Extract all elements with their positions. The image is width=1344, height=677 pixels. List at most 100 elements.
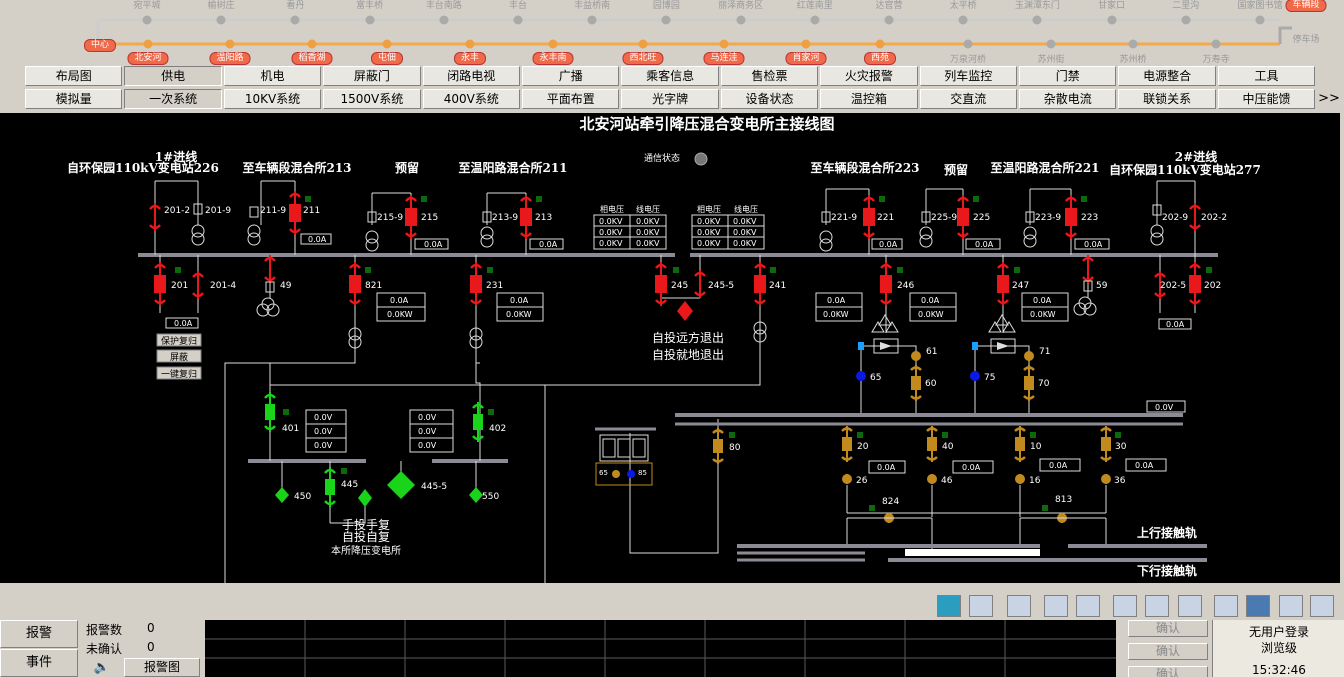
- monitor-icon[interactable]: [969, 595, 993, 617]
- auto-transfer-indicator[interactable]: [677, 301, 693, 321]
- submenu-4-button[interactable]: 1500V系统: [323, 89, 421, 109]
- station-pill-3[interactable]: 稻香湖: [291, 52, 333, 65]
- confirm-button-1[interactable]: 确认: [1128, 620, 1208, 637]
- station-top-7[interactable]: 丰益桥南: [574, 0, 610, 11]
- submenu-5-button[interactable]: 400V系统: [422, 89, 520, 109]
- station-top-11[interactable]: 达官营: [875, 0, 902, 11]
- breaker-213[interactable]: [518, 193, 534, 241]
- station-bottom-1[interactable]: 万泉河桥: [950, 52, 986, 65]
- menu-13-button[interactable]: 工具: [1217, 66, 1316, 86]
- breaker-20[interactable]: [840, 424, 854, 464]
- station-pill-5[interactable]: 永丰: [453, 52, 487, 65]
- breaker-201[interactable]: [152, 260, 168, 308]
- breaker-223[interactable]: [1063, 193, 1079, 241]
- menu-11-button[interactable]: 门禁: [1019, 66, 1117, 86]
- station-pill-1[interactable]: 北安河: [127, 52, 169, 65]
- station-bottom-4[interactable]: 万寿寺: [1202, 52, 1229, 65]
- submenu-11-button[interactable]: 杂散电流: [1019, 89, 1117, 109]
- breaker-30[interactable]: [1099, 424, 1113, 464]
- zoom-icon[interactable]: [1214, 595, 1238, 617]
- submenu-7-button[interactable]: 光字牌: [621, 89, 719, 109]
- switch-450[interactable]: [275, 487, 289, 503]
- station-pill-6[interactable]: 永丰南: [532, 52, 574, 65]
- station-bottom-2[interactable]: 苏州街: [1037, 52, 1064, 65]
- comm-status-indicator[interactable]: [694, 152, 708, 166]
- station-bottom-3[interactable]: 苏州桥: [1119, 52, 1146, 65]
- home-icon[interactable]: [937, 595, 961, 617]
- submenu-9-button[interactable]: 温控箱: [820, 89, 918, 109]
- submenu-13-button[interactable]: 中压能馈: [1217, 89, 1316, 109]
- center-pill[interactable]: 中心: [83, 39, 117, 52]
- station-top-9[interactable]: 丽泽商务区: [718, 0, 763, 11]
- station-top-12[interactable]: 太平桥: [950, 0, 977, 11]
- station-pill-4[interactable]: 屯佃: [370, 52, 404, 65]
- refresh-icon[interactable]: [1310, 595, 1334, 617]
- confirm-button-3[interactable]: 确认: [1128, 666, 1208, 677]
- switch-65[interactable]: [856, 371, 866, 381]
- breaker-225[interactable]: [955, 193, 971, 241]
- breaker-202[interactable]: [1187, 260, 1203, 308]
- station-top-14[interactable]: 甘家口: [1098, 0, 1125, 11]
- breaker-40[interactable]: [925, 424, 939, 464]
- station-top-3[interactable]: 看丹: [286, 0, 304, 11]
- station-top-8[interactable]: 园博园: [653, 0, 680, 11]
- menu-10-button[interactable]: 列车监控: [919, 66, 1017, 86]
- rectifier-2[interactable]: [972, 314, 1016, 354]
- station-top-15[interactable]: 二里沟: [1172, 0, 1199, 11]
- breaker-221[interactable]: [861, 193, 877, 241]
- switch-60[interactable]: [909, 363, 923, 403]
- menu-more-button[interactable]: >>: [1314, 89, 1344, 109]
- tree-icon[interactable]: [1178, 595, 1202, 617]
- menu-2-button[interactable]: 供电: [124, 66, 222, 86]
- menu-8-button[interactable]: 售检票: [720, 66, 819, 86]
- station-pill-7[interactable]: 西北旺: [622, 52, 664, 65]
- event-tab-button[interactable]: 事件: [0, 649, 78, 677]
- breaker-247[interactable]: [995, 260, 1011, 308]
- station-top-16[interactable]: 国家图书馆: [1237, 0, 1282, 11]
- breaker-10[interactable]: [1013, 424, 1027, 464]
- submenu-2-button[interactable]: 一次系统: [124, 89, 222, 109]
- breaker-246[interactable]: [878, 260, 894, 308]
- menu-9-button[interactable]: 火灾报警: [820, 66, 918, 86]
- station-top-2[interactable]: 榆树庄: [208, 0, 235, 11]
- station-top-4[interactable]: 富丰桥: [356, 0, 383, 11]
- alarm-tab-button[interactable]: 报警: [0, 620, 78, 648]
- submenu-10-button[interactable]: 交直流: [919, 89, 1017, 109]
- energy-feedback-unit[interactable]: 65 85: [595, 427, 656, 486]
- confirm-button-2[interactable]: 确认: [1128, 643, 1208, 660]
- print-icon[interactable]: [1279, 595, 1303, 617]
- submenu-8-button[interactable]: 设备状态: [720, 89, 819, 109]
- station-top-6[interactable]: 丰台: [509, 0, 527, 11]
- station-top-5[interactable]: 丰台南路: [426, 0, 462, 11]
- breaker-821[interactable]: [347, 260, 363, 308]
- switch-550[interactable]: [469, 487, 483, 503]
- menu-1-button[interactable]: 布局图: [25, 66, 123, 86]
- group-icon[interactable]: [1113, 595, 1137, 617]
- station-top-1[interactable]: 宛平城: [133, 0, 160, 11]
- users-icon[interactable]: [1044, 595, 1068, 617]
- station-top-13[interactable]: 玉渊潭东门: [1015, 0, 1060, 11]
- alarm-chart-button[interactable]: 报警图: [124, 658, 200, 677]
- submenu-6-button[interactable]: 平面布置: [522, 89, 620, 109]
- breaker-401[interactable]: [263, 390, 277, 434]
- network-icon[interactable]: [1007, 595, 1031, 617]
- rectifier-1[interactable]: [858, 314, 899, 354]
- switch-70[interactable]: [1022, 363, 1036, 403]
- station-pill-9[interactable]: 肖家河: [785, 52, 827, 65]
- menu-5-button[interactable]: 闭路电视: [422, 66, 520, 86]
- breaker-211[interactable]: [287, 189, 303, 237]
- station-top-10[interactable]: 红莲南里: [797, 0, 833, 11]
- depot-pill[interactable]: 车辆段: [1285, 0, 1327, 12]
- parking-label[interactable]: 停车场: [1292, 32, 1319, 45]
- submenu-1-button[interactable]: 模拟量: [25, 89, 123, 109]
- switch-445-5[interactable]: [387, 471, 415, 499]
- station-pill-2[interactable]: 温阳路: [209, 52, 251, 65]
- breaker-402[interactable]: [471, 400, 485, 444]
- submenu-3-button[interactable]: 10KV系统: [223, 89, 322, 109]
- station-pill-8[interactable]: 马连洼: [703, 52, 745, 65]
- group-alt-icon[interactable]: [1145, 595, 1169, 617]
- menu-12-button[interactable]: 电源整合: [1118, 66, 1216, 86]
- menu-3-button[interactable]: 机电: [223, 66, 322, 86]
- mute-speaker-icon[interactable]: 🔈: [86, 658, 118, 677]
- submenu-12-button[interactable]: 联锁关系: [1118, 89, 1216, 109]
